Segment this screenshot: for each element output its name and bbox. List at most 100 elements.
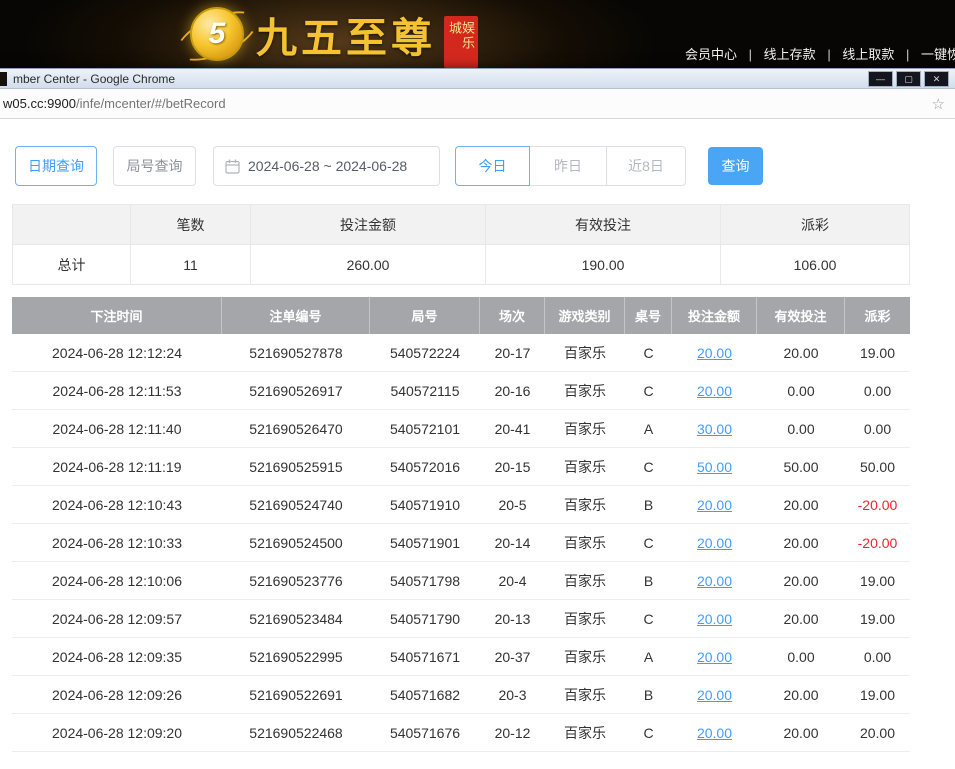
cell-table-code: B [625, 676, 672, 713]
cell-table-code: C [625, 714, 672, 751]
cell-bet-time: 2024-06-28 12:10:06 [12, 562, 222, 599]
nav-item[interactable]: 线上取款 [842, 47, 894, 62]
bet-amount-link[interactable]: 20.00 [697, 497, 732, 513]
nav-item[interactable]: 一键恢复 [921, 47, 955, 62]
cell-bet-amount: 20.00 [672, 334, 757, 371]
cell-payout: 0.00 [845, 638, 910, 675]
summary-header-cell: 笔数 [131, 205, 251, 244]
cell-bet-amount: 20.00 [672, 372, 757, 409]
bet-amount-link[interactable]: 20.00 [697, 725, 732, 741]
bet-table-header-cell: 下注时间 [12, 297, 222, 334]
top-nav: 会员中心 | 线上存款 | 线上取款 | 一键恢复 [685, 44, 955, 63]
cell-session: 20-37 [480, 638, 545, 675]
maximize-button[interactable]: ▢ [896, 71, 921, 87]
cell-game-type: 百家乐 [545, 448, 625, 485]
table-row: 2024-06-28 12:12:24 521690527878 5405722… [12, 334, 910, 372]
cell-bet-time: 2024-06-28 12:11:40 [12, 410, 222, 447]
last8days-button[interactable]: 近8日 [606, 146, 686, 186]
cell-order-number: 521690525915 [222, 448, 370, 485]
bet-amount-link[interactable]: 20.00 [697, 649, 732, 665]
search-button[interactable]: 查询 [708, 147, 763, 185]
bet-amount-link[interactable]: 20.00 [697, 383, 732, 399]
bet-table-header-cell: 有效投注 [757, 297, 845, 334]
address-bar[interactable]: w05.cc:9900/infe/mcenter/#/betRecord ☆ [0, 89, 955, 119]
cell-valid-bet: 50.00 [757, 448, 845, 485]
cell-bet-amount: 20.00 [672, 600, 757, 637]
window-title: mber Center - Google Chrome [13, 72, 175, 86]
cell-table-code: C [625, 334, 672, 371]
cell-bet-amount: 20.00 [672, 676, 757, 713]
cell-bet-amount: 20.00 [672, 486, 757, 523]
cell-round-number: 540571682 [370, 676, 480, 713]
bet-amount-link[interactable]: 20.00 [697, 611, 732, 627]
cell-bet-amount: 20.00 [672, 524, 757, 561]
cell-bet-time: 2024-06-28 12:09:26 [12, 676, 222, 713]
minimize-button[interactable]: — [868, 71, 893, 87]
cell-bet-time: 2024-06-28 12:09:35 [12, 638, 222, 675]
site-logo: 5 九五至尊 娱乐城 [188, 2, 478, 66]
cell-table-code: A [625, 410, 672, 447]
summary-header-cell: 派彩 [721, 205, 909, 244]
cell-payout: 19.00 [845, 676, 910, 713]
cell-table-code: C [625, 524, 672, 561]
cell-valid-bet: 20.00 [757, 600, 845, 637]
date-range-input[interactable]: 2024-06-28 ~ 2024-06-28 [213, 146, 440, 186]
bet-table-header-cell: 注单编号 [222, 297, 370, 334]
cell-session: 20-3 [480, 676, 545, 713]
cell-game-type: 百家乐 [545, 372, 625, 409]
table-row: 2024-06-28 12:09:57 521690523484 5405717… [12, 600, 910, 638]
summary-cell: 190.00 [486, 245, 721, 284]
cell-round-number: 540572115 [370, 372, 480, 409]
filter-bar: 日期查询 局号查询 2024-06-28 ~ 2024-06-28 今日 昨日 … [15, 146, 955, 186]
bet-table-header-cell: 场次 [480, 297, 545, 334]
cell-payout: 0.00 [845, 410, 910, 447]
table-row: 2024-06-28 12:09:26 521690522691 5405716… [12, 676, 910, 714]
bet-table-header-cell: 局号 [370, 297, 480, 334]
cell-valid-bet: 20.00 [757, 486, 845, 523]
cell-table-code: B [625, 562, 672, 599]
bet-table-header-cell: 桌号 [625, 297, 672, 334]
url-path: /infe/mcenter/#/betRecord [76, 96, 226, 111]
cell-payout: 19.00 [845, 562, 910, 599]
quick-range-button-group: 今日 昨日 近8日 [455, 146, 686, 186]
table-row: 2024-06-28 12:09:35 521690522995 5405716… [12, 638, 910, 676]
cell-bet-time: 2024-06-28 12:10:43 [12, 486, 222, 523]
cell-table-code: C [625, 600, 672, 637]
bet-amount-link[interactable]: 30.00 [697, 421, 732, 437]
page-url[interactable]: w05.cc:9900/infe/mcenter/#/betRecord [3, 96, 226, 111]
cell-bet-amount: 50.00 [672, 448, 757, 485]
cell-game-type: 百家乐 [545, 524, 625, 561]
date-query-button[interactable]: 日期查询 [15, 146, 97, 186]
window-controls: — ▢ ✕ [868, 71, 949, 87]
close-button[interactable]: ✕ [924, 71, 949, 87]
summary-header-cell: 投注金额 [251, 205, 486, 244]
bookmark-star-icon[interactable]: ☆ [932, 95, 945, 113]
cell-valid-bet: 20.00 [757, 562, 845, 599]
summary-cell: 总计 [13, 245, 131, 284]
bet-amount-link[interactable]: 50.00 [697, 459, 732, 475]
bet-amount-link[interactable]: 20.00 [697, 573, 732, 589]
yesterday-button[interactable]: 昨日 [529, 146, 607, 186]
bet-amount-link[interactable]: 20.00 [697, 535, 732, 551]
cell-table-code: C [625, 372, 672, 409]
window-titlebar: mber Center - Google Chrome — ▢ ✕ [0, 68, 955, 89]
cell-bet-amount: 20.00 [672, 714, 757, 751]
bet-amount-link[interactable]: 20.00 [697, 345, 732, 361]
nav-item[interactable]: 线上存款 [764, 47, 816, 62]
coin-logo-icon: 5 [188, 5, 246, 63]
cell-valid-bet: 20.00 [757, 676, 845, 713]
round-query-button[interactable]: 局号查询 [113, 146, 196, 186]
bet-amount-link[interactable]: 20.00 [697, 687, 732, 703]
summary-table: 笔数 投注金额 有效投注 派彩 总计 11 260.00 190.00 [12, 204, 910, 285]
cell-order-number: 521690522468 [222, 714, 370, 751]
today-button[interactable]: 今日 [455, 146, 530, 186]
cell-payout: -20.00 [845, 524, 910, 561]
site-badge: 娱乐城 [444, 16, 478, 68]
nav-item[interactable]: 会员中心 [685, 47, 737, 62]
cell-payout: 19.00 [845, 600, 910, 637]
cell-bet-time: 2024-06-28 12:10:33 [12, 524, 222, 561]
url-host: w05.cc:9900 [3, 96, 76, 111]
cell-game-type: 百家乐 [545, 676, 625, 713]
bet-record-page: 日期查询 局号查询 2024-06-28 ~ 2024-06-28 今日 昨日 … [0, 146, 955, 752]
cell-session: 20-17 [480, 334, 545, 371]
